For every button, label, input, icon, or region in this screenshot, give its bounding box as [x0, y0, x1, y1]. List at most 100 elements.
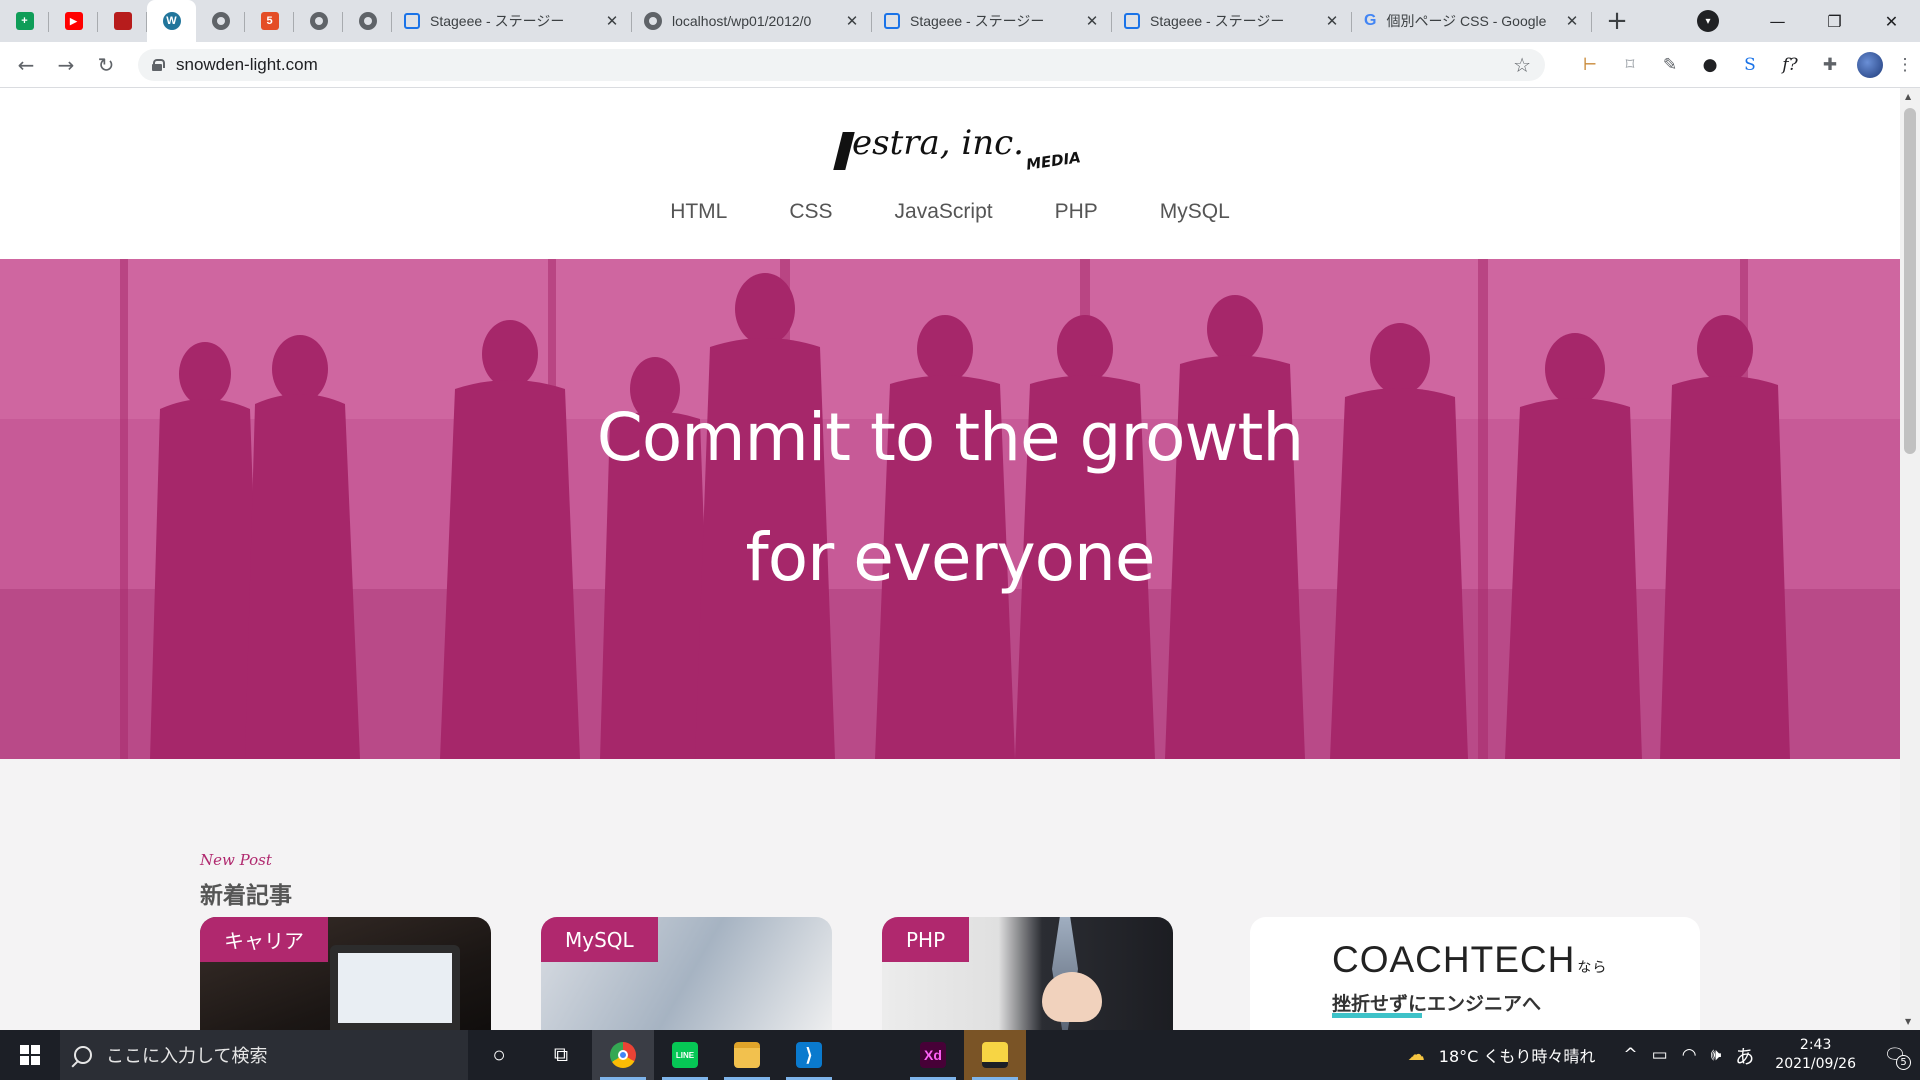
browser-tab[interactable]: Stageee - ステージー ✕ [872, 0, 1112, 42]
browser-tab[interactable]: Stageee - ステージー ✕ [1112, 0, 1352, 42]
site-logo[interactable]: estra, inc. MEDIA [833, 110, 1082, 174]
scroll-down-arrow-icon[interactable]: ▼ [1905, 1017, 1911, 1026]
card-category-badge[interactable]: PHP [882, 917, 970, 962]
taskbar-app-empty [840, 1030, 902, 1080]
taskbar-app-line[interactable]: LINE [654, 1030, 716, 1080]
clock-time: 2:43 [1799, 1037, 1832, 1053]
close-window-button[interactable]: ✕ [1863, 0, 1920, 42]
minimize-button[interactable]: — [1749, 0, 1806, 42]
close-icon[interactable]: ✕ [1564, 13, 1580, 30]
task-view-button[interactable]: ⧉ [530, 1030, 592, 1080]
taskbar-app-chrome[interactable] [592, 1030, 654, 1080]
browser-tab[interactable]: Stageee - ステージー ✕ [392, 0, 632, 42]
wifi-icon[interactable]: ◠ [1675, 1045, 1704, 1065]
url-text[interactable]: snowden-light.com [176, 55, 1513, 75]
font-extension-icon[interactable]: f? [1770, 47, 1810, 83]
sidebar-ad-banner[interactable]: COACHTECH なら 挫折せずにエンジニアへ [1250, 917, 1700, 1030]
adobe-xd-icon: Xd [920, 1042, 946, 1068]
pinned-tab-active[interactable]: W [147, 0, 196, 42]
taskbar-app-sticky-notes[interactable] [964, 1030, 1026, 1080]
weather-icon[interactable]: ☁ [1401, 1045, 1432, 1065]
site-header: estra, inc. MEDIA HTML CSS JavaScript PH… [0, 88, 1900, 259]
notification-count-badge: 5 [1896, 1055, 1911, 1070]
post-card[interactable]: PHP [882, 917, 1173, 1030]
browser-tab[interactable]: localhost/wp01/2012/0 ✕ [632, 0, 872, 42]
html5-icon: 5 [260, 12, 279, 30]
pinned-tab[interactable] [196, 0, 245, 42]
taskbar-search-box[interactable]: ここに入力して検索 [60, 1030, 468, 1080]
globe-icon [211, 12, 230, 30]
scroll-up-arrow-icon[interactable]: ▲ [1905, 92, 1911, 101]
profile-avatar[interactable] [1850, 47, 1890, 83]
restore-button[interactable]: ❐ [1806, 0, 1863, 42]
taskbar-app-vscode[interactable]: ⟩ [778, 1030, 840, 1080]
post-card[interactable]: MySQL [541, 917, 832, 1030]
taskbar-app-explorer[interactable] [716, 1030, 778, 1080]
sticky-notes-icon [982, 1042, 1008, 1068]
sync-extension-icon[interactable]: S [1730, 47, 1770, 83]
close-icon[interactable]: ✕ [604, 13, 620, 30]
cortana-icon: ○ [492, 1042, 506, 1067]
ruler-extension-icon[interactable]: ⊢ [1570, 47, 1610, 83]
hero-banner: Commit to the growth for everyone [0, 259, 1900, 759]
volume-icon[interactable]: 🕪 [1704, 1045, 1729, 1065]
pinned-tab[interactable] [294, 0, 343, 42]
notification-center-button[interactable]: 🗨 5 [1870, 1030, 1920, 1080]
browser-tab[interactable]: G 個別ページ CSS - Google ✕ [1352, 0, 1592, 42]
browser-toolbar: ← → ↻ snowden-light.com ☆ ⊢ ⌑ ✎ ● S f? ✚… [0, 42, 1920, 88]
clock-date: 2021/09/26 [1775, 1056, 1856, 1072]
forward-button[interactable]: → [46, 47, 86, 83]
start-button[interactable] [0, 1030, 60, 1080]
robot-extension-icon[interactable]: ● [1690, 47, 1730, 83]
windows-logo-icon [20, 1045, 40, 1065]
lock-icon[interactable] [152, 59, 165, 71]
nav-item-php[interactable]: PHP [1024, 200, 1129, 224]
logo-subtext: MEDIA [1025, 148, 1082, 174]
card-category-badge[interactable]: キャリア [200, 917, 328, 962]
address-bar[interactable]: snowden-light.com ☆ [138, 49, 1545, 81]
ad-underline-decoration [1332, 1013, 1422, 1018]
window-controls: ▾ — ❐ ✕ [1697, 0, 1920, 42]
nav-item-html[interactable]: HTML [639, 200, 758, 224]
clock[interactable]: 2:43 2021/09/26 [1761, 1036, 1870, 1074]
close-icon[interactable]: ✕ [1084, 13, 1100, 30]
chevron-up-icon[interactable]: ^ [1616, 1045, 1644, 1065]
reload-button[interactable]: ↻ [86, 47, 126, 83]
taskbar-app-xd[interactable]: Xd [902, 1030, 964, 1080]
ime-indicator[interactable]: あ [1728, 1042, 1761, 1069]
nav-item-css[interactable]: CSS [758, 200, 863, 224]
post-card[interactable]: キャリア [200, 917, 491, 1030]
close-icon[interactable]: ✕ [1324, 13, 1340, 30]
section-label-en: New Post [200, 851, 272, 869]
pinned-tab[interactable]: ▶ [49, 0, 98, 42]
cortana-button[interactable]: ○ [468, 1030, 530, 1080]
hero-headline-line1: Commit to the growth [596, 399, 1304, 476]
menu-kebab-icon[interactable]: ⋮ [1890, 47, 1920, 83]
new-tab-button[interactable]: + [1600, 4, 1634, 38]
youtube-icon: ▶ [64, 12, 83, 30]
stageee-icon [1124, 13, 1140, 29]
tab-search-button[interactable]: ▾ [1697, 10, 1719, 32]
vscode-icon: ⟩ [796, 1042, 822, 1068]
nav-item-javascript[interactable]: JavaScript [864, 200, 1024, 224]
weather-text[interactable]: 18°C くもり時々晴れ [1432, 1043, 1603, 1067]
scroll-thumb[interactable] [1904, 108, 1916, 454]
eyedropper-extension-icon[interactable]: ✎ [1650, 47, 1690, 83]
back-button[interactable]: ← [6, 47, 46, 83]
card-category-badge[interactable]: MySQL [541, 917, 658, 962]
pinned-tab[interactable]: + [0, 0, 49, 42]
puzzle-extensions-icon[interactable]: ✚ [1810, 47, 1850, 83]
pinned-tab[interactable] [98, 0, 147, 42]
battery-icon[interactable]: ▭ [1645, 1045, 1675, 1065]
bookmark-extension-icon[interactable]: ⌑ [1610, 47, 1650, 83]
pinned-tab[interactable] [343, 0, 392, 42]
ad-subtitle: 挫折せずにエンジニアへ [1332, 993, 1542, 1015]
pinned-tab[interactable]: 5 [245, 0, 294, 42]
tab-title: 個別ページ CSS - Google [1386, 13, 1547, 29]
system-tray: ☁ 18°C くもり時々晴れ ^ ▭ ◠ 🕪 あ 2:43 2021/09/26… [1401, 1030, 1920, 1080]
nav-item-mysql[interactable]: MySQL [1129, 200, 1261, 224]
close-icon[interactable]: ✕ [844, 13, 860, 30]
windows-taskbar: ここに入力して検索 ○ ⧉ LINE ⟩ Xd ☁ 18°C くもり時々晴れ ^… [0, 1030, 1920, 1080]
page-scrollbar[interactable]: ▲ ▼ [1900, 88, 1920, 1030]
bookmark-star-icon[interactable]: ☆ [1513, 53, 1531, 77]
